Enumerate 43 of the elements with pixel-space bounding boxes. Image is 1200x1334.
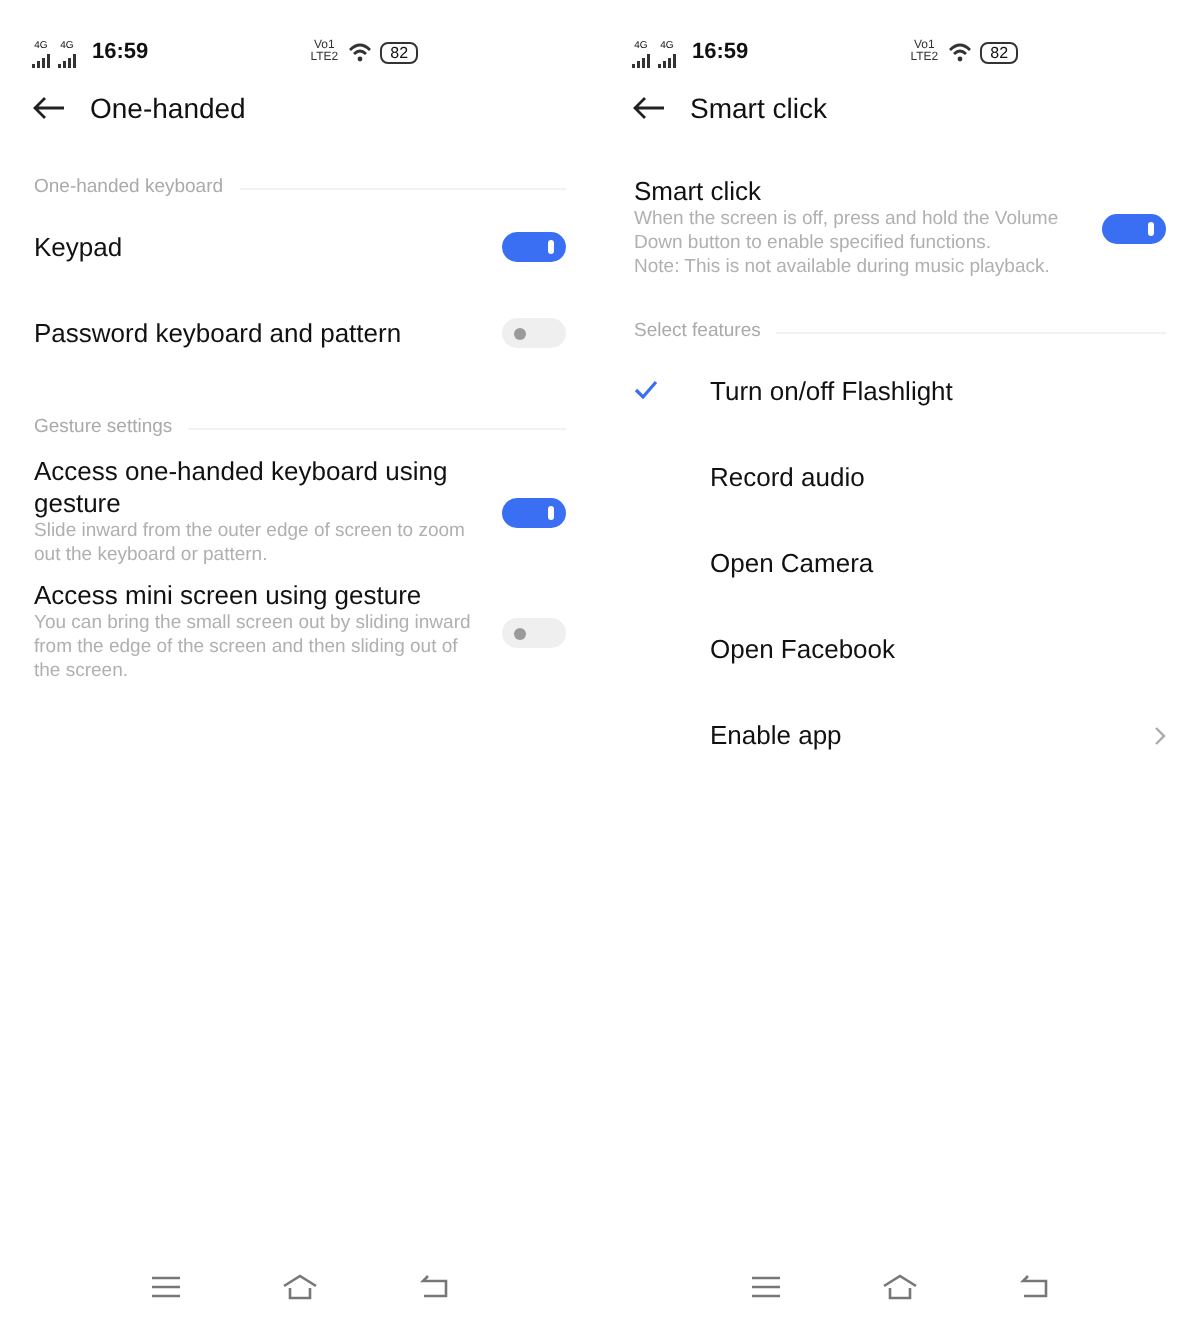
menu-icon[interactable] bbox=[751, 1275, 780, 1297]
wifi-icon bbox=[948, 42, 973, 62]
page-title: Smart click bbox=[690, 89, 827, 127]
setting-description: When the screen is off, press and hold the Volume Down button to enable specified functions. Note: This is not available during music playback. bbox=[634, 208, 1061, 280]
feature-option[interactable]: Open Camera bbox=[600, 520, 1200, 606]
back-icon[interactable] bbox=[420, 1274, 449, 1298]
feature-option[interactable]: Record audio bbox=[600, 434, 1200, 520]
toggle-switch[interactable] bbox=[502, 497, 566, 527]
feature-option[interactable]: Open Facebook bbox=[600, 606, 1200, 692]
back-icon[interactable] bbox=[1020, 1274, 1049, 1298]
setting-title: Access mini screen using gesture bbox=[34, 580, 424, 612]
setting-title: Access one-handed keyboard using gesture bbox=[34, 456, 450, 520]
toggle-switch[interactable] bbox=[502, 232, 566, 262]
home-icon[interactable] bbox=[281, 1273, 318, 1299]
time-text: 16:59 bbox=[692, 37, 749, 68]
setting-title: Keypad bbox=[34, 231, 125, 263]
signal-icon bbox=[658, 52, 676, 69]
menu-icon[interactable] bbox=[151, 1275, 180, 1297]
toggle-switch[interactable] bbox=[502, 318, 566, 348]
checkmark-icon bbox=[634, 380, 658, 401]
signal-icon bbox=[58, 52, 76, 69]
wifi-icon bbox=[348, 42, 373, 62]
toggle-switch[interactable] bbox=[502, 617, 566, 647]
back-button[interactable] bbox=[632, 96, 666, 120]
signal-icon bbox=[32, 52, 50, 69]
feature-option[interactable]: Turn on/off Flashlight bbox=[600, 348, 1200, 434]
setting-title: Smart click bbox=[634, 176, 764, 208]
setting-title: Password keyboard and pattern bbox=[34, 317, 404, 349]
battery-level: 82 bbox=[380, 41, 419, 63]
setting-description: Slide inward from the outer edge of screen to zoom out the keyboard or pattern. bbox=[34, 520, 467, 568]
section-heading: One-handed keyboard bbox=[34, 173, 224, 202]
battery-level: 82 bbox=[980, 41, 1019, 63]
app-link[interactable]: Enable app bbox=[600, 692, 1200, 778]
signal-icon bbox=[632, 52, 650, 69]
toggle-switch[interactable] bbox=[1102, 213, 1166, 243]
back-button[interactable] bbox=[32, 96, 66, 120]
time-text: 16:59 bbox=[92, 37, 149, 68]
page-title: One-handed bbox=[90, 89, 246, 127]
home-icon[interactable] bbox=[881, 1273, 918, 1299]
chevron-right-icon bbox=[1154, 725, 1166, 745]
section-heading: Select features bbox=[634, 317, 761, 346]
section-heading: Gesture settings bbox=[34, 413, 173, 442]
setting-description: You can bring the small screen out by sliding inward from the edge of the screen and then sliding out of the screen. bbox=[34, 612, 473, 684]
